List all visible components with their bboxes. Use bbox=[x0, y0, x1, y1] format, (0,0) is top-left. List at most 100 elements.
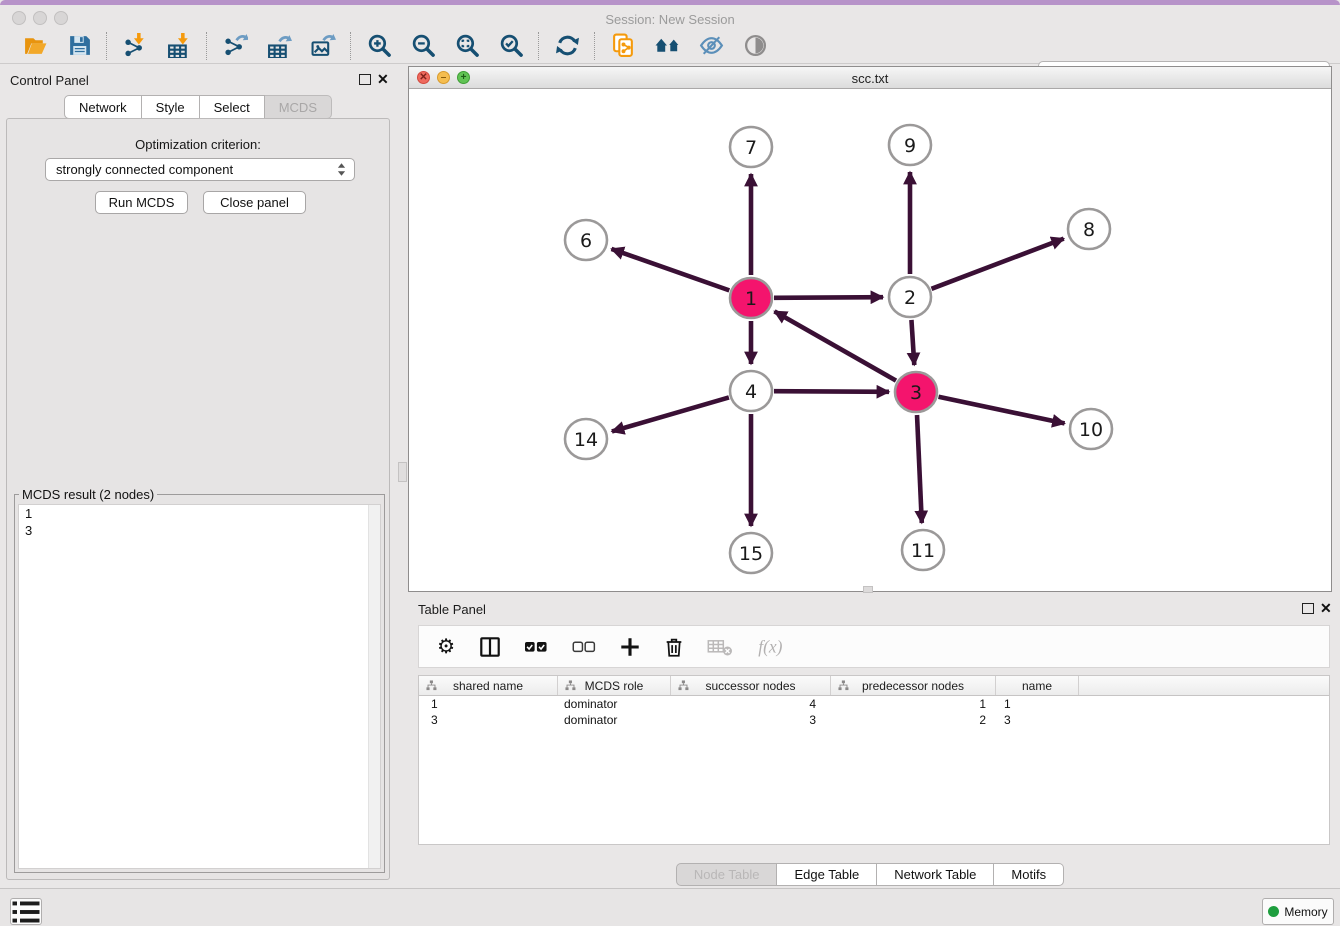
main-titlebar[interactable]: Session: New Session bbox=[0, 5, 1340, 28]
duplicate-network-icon[interactable] bbox=[609, 32, 637, 60]
export-table-icon[interactable] bbox=[265, 32, 293, 60]
gear-icon[interactable]: ⚙ bbox=[435, 634, 457, 660]
trash-icon[interactable] bbox=[663, 634, 685, 660]
save-icon[interactable] bbox=[65, 32, 93, 60]
toolbar-group bbox=[540, 32, 594, 60]
close-icon[interactable]: ✕ bbox=[1320, 602, 1332, 614]
zoom-fit-icon[interactable] bbox=[453, 32, 481, 60]
splitter-grip[interactable] bbox=[398, 462, 407, 482]
edge-1-2[interactable] bbox=[774, 297, 883, 298]
cell-shared-name[interactable]: 1 bbox=[419, 696, 558, 712]
tree-icon bbox=[565, 680, 576, 691]
column-header-MCDS-role[interactable]: MCDS role bbox=[558, 676, 671, 695]
zoom-in-icon[interactable] bbox=[365, 32, 393, 60]
cell-successor-nodes[interactable]: 4 bbox=[671, 696, 831, 712]
float-icon[interactable] bbox=[1302, 603, 1314, 614]
node-15[interactable]: 15 bbox=[730, 533, 772, 573]
table-row[interactable]: 3dominator323 bbox=[419, 712, 1329, 728]
node-4[interactable]: 4 bbox=[730, 371, 772, 411]
open-folder-icon[interactable] bbox=[21, 32, 49, 60]
float-icon[interactable] bbox=[359, 74, 371, 85]
node-8[interactable]: 8 bbox=[1068, 209, 1110, 249]
split-panel-icon[interactable] bbox=[479, 634, 501, 660]
node-6[interactable]: 6 bbox=[565, 220, 607, 260]
close-panel-button[interactable]: Close panel bbox=[203, 191, 306, 214]
houses-icon[interactable] bbox=[653, 32, 681, 60]
export-image-icon[interactable] bbox=[309, 32, 337, 60]
svg-text:3: 3 bbox=[910, 382, 922, 404]
import-network-icon[interactable] bbox=[121, 32, 149, 60]
tab-mcds[interactable]: MCDS bbox=[265, 95, 332, 119]
column-header-predecessor-nodes[interactable]: predecessor nodes bbox=[831, 676, 996, 695]
column-header-filler bbox=[1079, 676, 1329, 695]
edge-4-14[interactable] bbox=[612, 397, 729, 431]
node-2[interactable]: 2 bbox=[889, 277, 931, 317]
deselect-all-checkbox-icon[interactable] bbox=[571, 634, 597, 660]
scrollbar-track[interactable] bbox=[368, 505, 380, 868]
select-all-checkbox-icon[interactable] bbox=[523, 634, 549, 660]
tab-network-table[interactable]: Network Table bbox=[877, 863, 994, 886]
optimization-select-value: strongly connected component bbox=[46, 162, 337, 177]
table-row[interactable]: 1dominator411 bbox=[419, 696, 1329, 712]
cell-predecessor-nodes[interactable]: 2 bbox=[831, 712, 996, 728]
cell-MCDS-role[interactable]: dominator bbox=[558, 696, 671, 712]
node-1[interactable]: 1 bbox=[730, 278, 772, 318]
zoom-out-icon[interactable] bbox=[409, 32, 437, 60]
cell-successor-nodes[interactable]: 3 bbox=[671, 712, 831, 728]
task-history-button[interactable] bbox=[10, 898, 42, 925]
svg-text:9: 9 bbox=[904, 135, 916, 157]
toolbar-group bbox=[352, 32, 538, 60]
edge-4-3[interactable] bbox=[774, 391, 889, 392]
mcds-result-list[interactable]: 13 bbox=[18, 504, 381, 869]
tab-network[interactable]: Network bbox=[64, 95, 142, 119]
node-3[interactable]: 3 bbox=[895, 372, 937, 412]
cell-name[interactable]: 3 bbox=[996, 712, 1079, 728]
splitter-grip-horizontal[interactable] bbox=[863, 586, 873, 593]
cell-predecessor-nodes[interactable]: 1 bbox=[831, 696, 996, 712]
edge-1-6[interactable] bbox=[611, 249, 729, 290]
cell-shared-name[interactable]: 3 bbox=[419, 712, 558, 728]
delete-table-icon bbox=[707, 634, 733, 660]
zoom-selected-icon[interactable] bbox=[497, 32, 525, 60]
tab-node-table[interactable]: Node Table bbox=[676, 863, 778, 886]
eye-icon[interactable] bbox=[741, 32, 769, 60]
optimization-select[interactable]: strongly connected component bbox=[45, 158, 355, 181]
tab-motifs[interactable]: Motifs bbox=[994, 863, 1064, 886]
edge-2-3[interactable] bbox=[911, 320, 914, 365]
network-canvas[interactable]: 7 9 6 8 1 2 4 3 14 10 15 11 bbox=[409, 89, 1331, 591]
node-10[interactable]: 10 bbox=[1070, 409, 1112, 449]
refresh-icon[interactable] bbox=[553, 32, 581, 60]
tab-edge-table[interactable]: Edge Table bbox=[777, 863, 877, 886]
tab-select[interactable]: Select bbox=[200, 95, 265, 119]
app-window: Session: New Session Control Panel ✕ Net… bbox=[0, 0, 1340, 926]
add-icon[interactable] bbox=[619, 634, 641, 660]
eye-slash-icon[interactable] bbox=[697, 32, 725, 60]
cell-MCDS-role[interactable]: dominator bbox=[558, 712, 671, 728]
memory-label: Memory bbox=[1284, 905, 1327, 919]
network-window-titlebar[interactable]: ✕ – + scc.txt bbox=[409, 67, 1331, 89]
edge-3-10[interactable] bbox=[939, 397, 1065, 424]
column-label: shared name bbox=[453, 679, 523, 693]
node-14[interactable]: 14 bbox=[565, 419, 607, 459]
node-11[interactable]: 11 bbox=[902, 530, 944, 570]
network-graph[interactable]: 7 9 6 8 1 2 4 3 14 10 15 11 bbox=[409, 89, 1331, 591]
edge-2-8[interactable] bbox=[932, 239, 1064, 289]
close-icon[interactable]: ✕ bbox=[377, 73, 389, 85]
column-header-shared-name[interactable]: shared name bbox=[419, 676, 558, 695]
edge-3-1[interactable] bbox=[774, 311, 896, 380]
memory-button[interactable]: Memory bbox=[1262, 898, 1334, 925]
column-header-name[interactable]: name bbox=[996, 676, 1079, 695]
column-label: successor nodes bbox=[705, 679, 795, 693]
tab-style[interactable]: Style bbox=[142, 95, 200, 119]
svg-text:8: 8 bbox=[1083, 219, 1095, 241]
node-9[interactable]: 9 bbox=[889, 125, 931, 165]
column-header-successor-nodes[interactable]: successor nodes bbox=[671, 676, 831, 695]
import-table-icon[interactable] bbox=[165, 32, 193, 60]
export-network-icon[interactable] bbox=[221, 32, 249, 60]
cell-name[interactable]: 1 bbox=[996, 696, 1079, 712]
node-7[interactable]: 7 bbox=[730, 127, 772, 167]
run-mcds-button[interactable]: Run MCDS bbox=[95, 191, 188, 214]
edge-3-11[interactable] bbox=[917, 415, 922, 523]
function-icon: f(x) bbox=[755, 634, 789, 660]
table-toolbar: ⚙ f(x) bbox=[418, 625, 1330, 668]
